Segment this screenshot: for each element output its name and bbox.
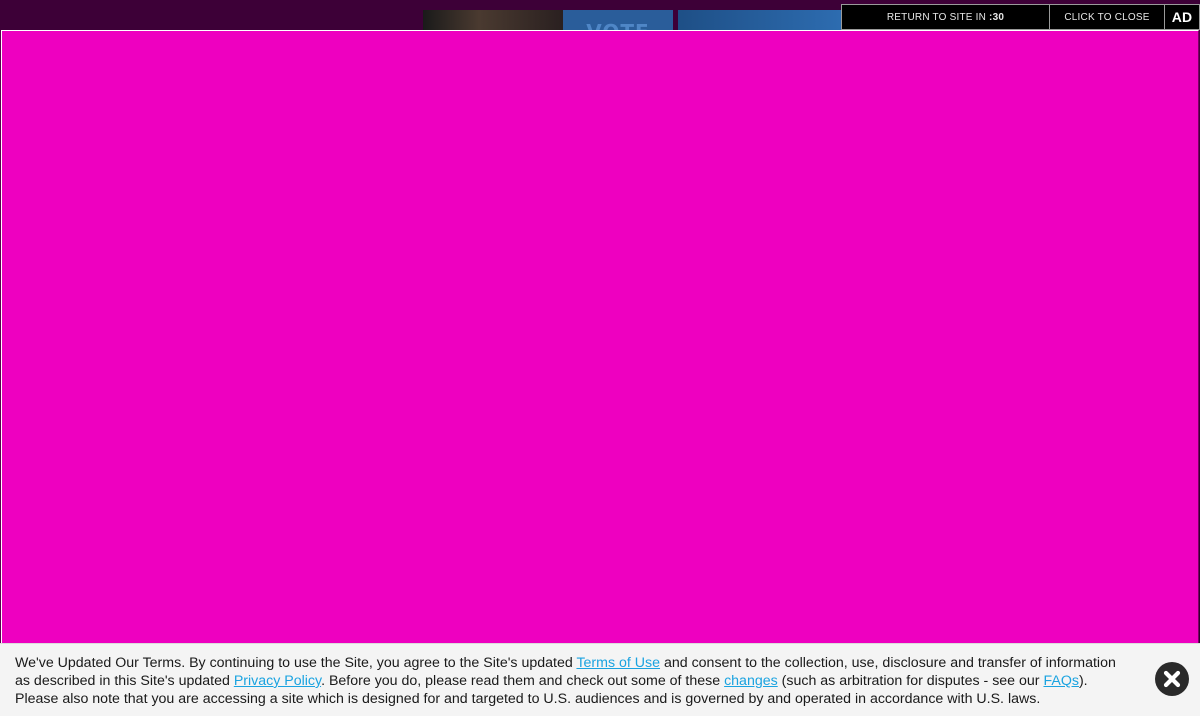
page: VOTE RETURN TO SITE IN :30 CLICK TO CLOS… [0,0,1200,716]
click-to-close-button[interactable]: CLICK TO CLOSE [1050,4,1165,30]
changes-link[interactable]: changes [724,673,778,689]
background-vote-graphic: VOTE [563,10,673,30]
background-photo [423,10,563,30]
faqs-link[interactable]: FAQs [1043,673,1078,689]
close-icon [1163,670,1181,688]
terms-text: as described in this Site's updated [15,673,234,689]
click-to-close-label: CLICK TO CLOSE [1064,11,1150,23]
terms-line-2: as described in this Site's updated Priv… [15,672,1200,690]
ad-badge-label: AD [1171,9,1193,25]
terms-line-1: We've Updated Our Terms. By continuing t… [15,654,1200,672]
return-to-site-label: RETURN TO SITE IN [886,11,987,23]
interstitial-ad-area[interactable] [1,30,1199,716]
banner-close-button[interactable] [1155,662,1189,696]
ad-control-bar: RETURN TO SITE IN :30 CLICK TO CLOSE AD [841,4,1200,30]
terms-update-banner: We've Updated Our Terms. By continuing t… [0,643,1200,716]
terms-text: (such as arbitration for disputes - see … [777,673,1044,689]
background-graphic [678,10,841,30]
vote-graphic-text: VOTE [586,20,649,30]
privacy-policy-link[interactable]: Privacy Policy [234,673,321,689]
return-to-site-button[interactable]: RETURN TO SITE IN :30 [841,4,1050,30]
terms-text: ). [1078,673,1088,689]
terms-text: . Before you do, please read them and ch… [321,673,725,689]
terms-line-3: Please also note that you are accessing … [15,691,1041,707]
countdown-timer: :30 [989,11,1005,23]
terms-text: and consent to the collection, use, disc… [660,655,1116,671]
terms-of-use-link[interactable]: Terms of Use [576,655,660,671]
terms-text: We've Updated Our Terms. By continuing t… [15,655,577,671]
ad-badge: AD [1165,4,1200,30]
